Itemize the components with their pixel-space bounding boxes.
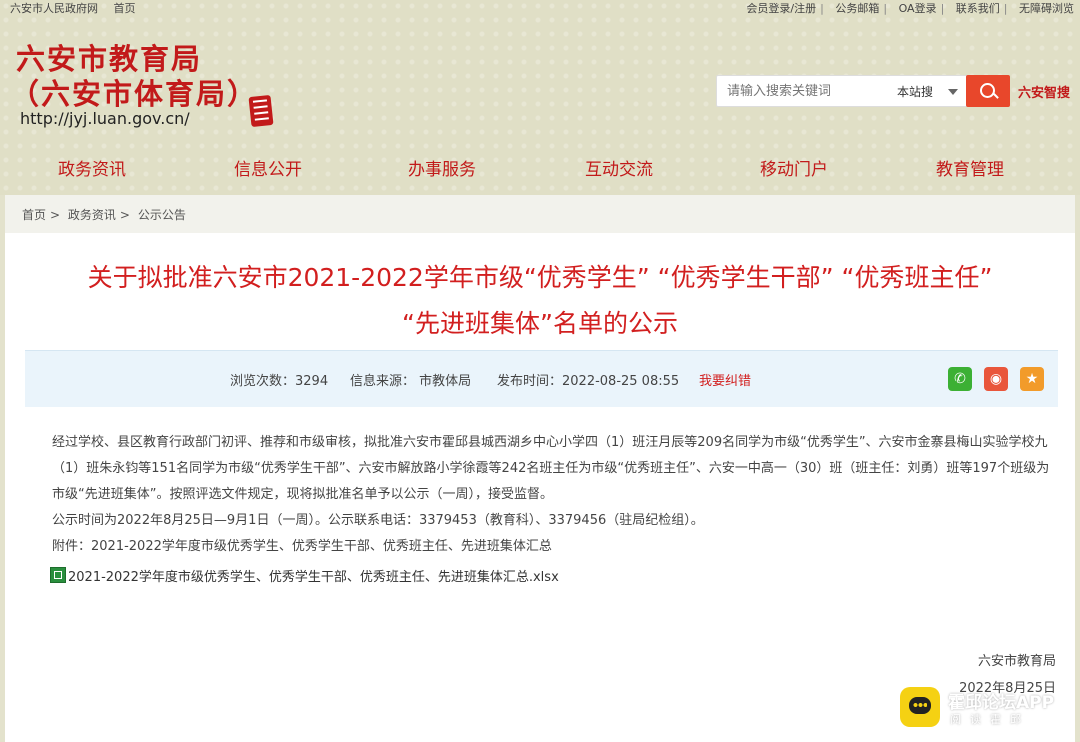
wechat-icon[interactable]: ✆ [948, 367, 972, 391]
mail-link[interactable]: 公务邮箱 [835, 2, 879, 15]
star-icon[interactable]: ★ [1020, 367, 1044, 391]
attachment-link[interactable]: 2021-2022学年度市级优秀学生、优秀学生干部、优秀班主任、先进班集体汇总.… [50, 566, 559, 585]
logo-subtitle[interactable]: （六安市体育局） [10, 71, 258, 113]
watermark-title: 霍邱论坛APP [948, 693, 1055, 713]
attachment-filename[interactable]: 2021-2022学年度市级优秀学生、优秀学生干部、优秀班主任、先进班集体汇总.… [68, 570, 559, 585]
oa-login-link[interactable]: OA登录 [899, 2, 937, 15]
contact-link[interactable]: 联系我们 [956, 2, 1000, 15]
main-nav: 政务资讯 信息公开 办事服务 互动交流 移动门户 教育管理 [0, 150, 1080, 182]
nav-item-education[interactable]: 教育管理 [936, 155, 1004, 180]
article-paragraph: 公示时间为2022年8月25日—9月1日（一周）。公示联系电话：3379453（… [52, 513, 704, 528]
chat-bubble-icon [900, 687, 940, 727]
search-box: 本站搜 [716, 75, 968, 107]
accessibility-link[interactable]: 无障碍浏览 [1019, 2, 1074, 15]
publish-time: 发布时间：2022-08-25 08:55 [497, 374, 680, 389]
search-button[interactable] [966, 75, 1010, 107]
article-body: 经过学校、县区教育行政部门初评、推荐和市级审核，拟批准六安市霍邱县城西湖乡中心小… [52, 430, 1062, 560]
article-paragraph: 附件：2021-2022学年度市级优秀学生、优秀学生干部、优秀班主任、先进班集体… [52, 539, 552, 554]
breadcrumb-news[interactable]: 政务资讯 [68, 208, 116, 222]
breadcrumb-home[interactable]: 首页 [22, 208, 46, 222]
breadcrumb: 首页 > 政务资讯 > 公示公告 [22, 208, 186, 222]
article-title: 关于拟批准六安市2021-2022学年市级“优秀学生” “优秀学生干部” “优秀… [87, 263, 993, 292]
nav-item-news[interactable]: 政务资讯 [58, 155, 126, 180]
nav-item-interaction[interactable]: 互动交流 [585, 155, 653, 180]
site-url: http://jyj.luan.gov.cn/ [20, 109, 190, 128]
report-error-link[interactable]: 我要纠错 [699, 370, 751, 389]
top-bar: 六安市人民政府网 首页 会员登录/注册 | 公务邮箱 | OA登录 | 联系我们 | 无… [10, 2, 1074, 15]
login-register-link[interactable]: 会员登录/注册 [746, 2, 816, 15]
gov-site-link[interactable]: 六安市人民政府网 [10, 2, 98, 15]
article-paragraph: 经过学校、县区教育行政部门初评、推荐和市级审核，拟批准六安市霍邱县城西湖乡中心小… [52, 435, 1050, 502]
chevron-down-icon[interactable] [948, 89, 958, 95]
home-link[interactable]: 首页 [114, 2, 136, 15]
nav-item-mobile[interactable]: 移动门户 [760, 155, 828, 180]
article-title-line2: “先进班集体”名单的公示 [402, 309, 678, 338]
nav-item-info[interactable]: 信息公开 [234, 155, 302, 180]
breadcrumb-notices[interactable]: 公示公告 [138, 208, 186, 222]
search-scope-select[interactable]: 本站搜 [897, 83, 933, 100]
watermark-subtitle: 阅读霍邱 [950, 713, 1030, 726]
seal-icon [248, 94, 274, 128]
view-count: 浏览次数：3294 [230, 374, 329, 389]
excel-file-icon [50, 567, 66, 583]
info-source: 信息来源： 市教体局 [350, 374, 472, 389]
search-input[interactable] [725, 80, 889, 102]
weibo-icon[interactable]: ◉ [984, 367, 1008, 391]
smart-search-link[interactable]: 六安智搜 [1018, 82, 1070, 101]
signature: 六安市教育局 [977, 654, 1056, 669]
search-icon [980, 83, 995, 98]
nav-item-services[interactable]: 办事服务 [408, 155, 476, 180]
